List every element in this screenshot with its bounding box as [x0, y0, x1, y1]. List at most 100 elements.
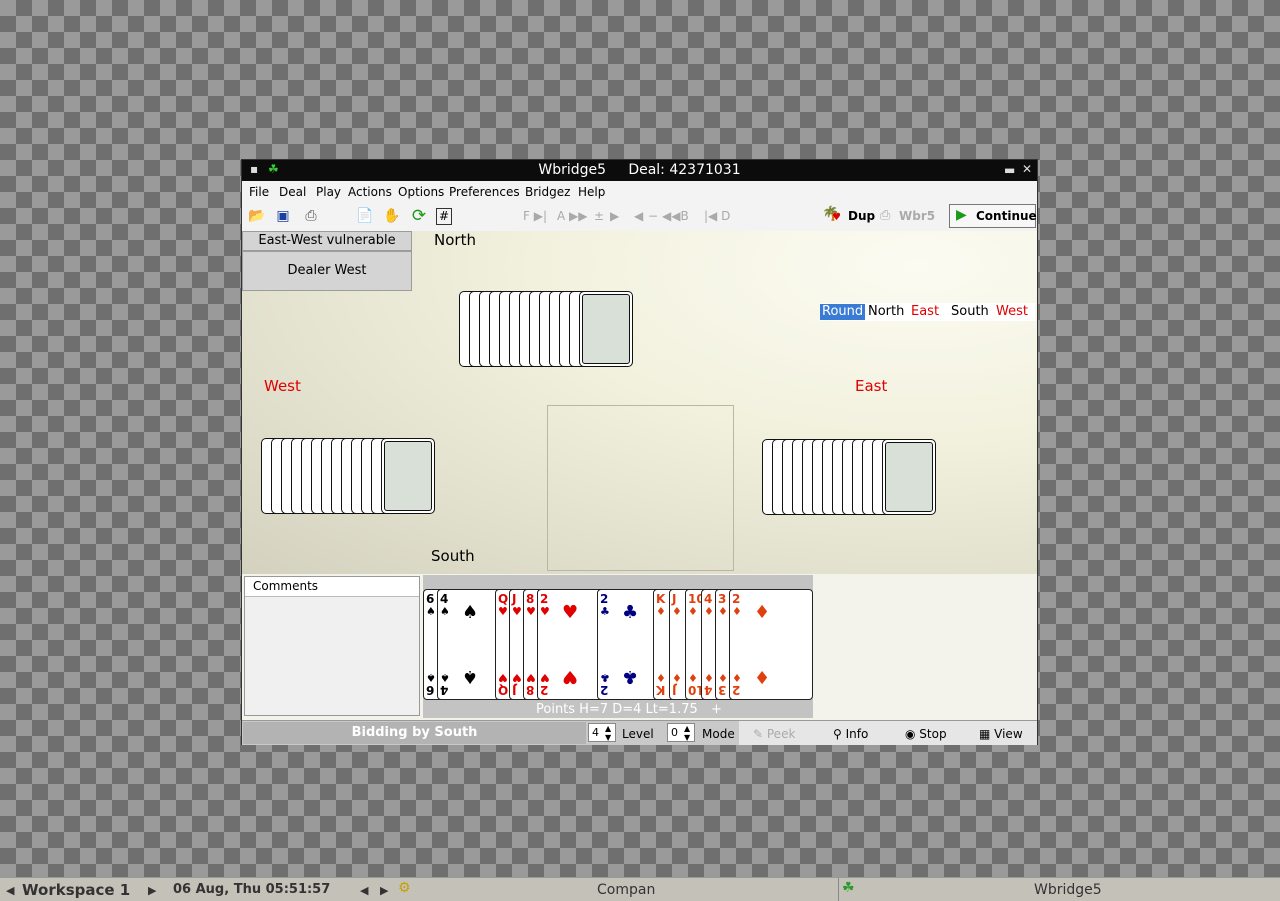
- stop-button[interactable]: ◉ Stop: [905, 727, 947, 741]
- tab-east[interactable]: East: [909, 304, 941, 320]
- hand-icon[interactable]: ✋: [383, 207, 401, 225]
- card-rank: 2: [732, 683, 741, 697]
- toolbar: 📂 ▣ ⎙ 📄 ✋ ⟳ # F ▶| A ▶▶ ± ▶ ◀ − ◀◀B |◀ D…: [242, 202, 1037, 232]
- card-rank: 2: [540, 592, 549, 606]
- card-suit-icon: ♥: [526, 671, 536, 684]
- comments-header: Comments: [245, 577, 419, 597]
- card-rank: 3: [718, 683, 727, 697]
- print-icon[interactable]: ⎙: [302, 207, 320, 225]
- card-pip-icon: ♦: [754, 666, 771, 687]
- menu-options[interactable]: Options: [398, 185, 444, 199]
- menu-file[interactable]: File: [249, 185, 269, 199]
- task-next-icon[interactable]: ▶: [380, 884, 388, 897]
- card-rank: 6: [426, 592, 435, 606]
- card-suit-icon: ♦: [704, 605, 714, 618]
- new-document-icon[interactable]: 📄: [356, 207, 374, 225]
- dup-button[interactable]: Dup: [848, 209, 875, 223]
- menu-actions[interactable]: Actions: [348, 185, 392, 199]
- card-back: [579, 291, 633, 367]
- nav-first-button[interactable]: F ▶|: [523, 209, 547, 223]
- card-suit-icon: ♠: [426, 605, 436, 618]
- comments-text[interactable]: [245, 597, 419, 715]
- card-suit-icon: ♦: [732, 605, 742, 618]
- card-rank: 4: [704, 592, 713, 606]
- wbr5-button[interactable]: Wbr5: [899, 209, 935, 223]
- points-readout: Points H=7 D=4 Lt=1.75 +: [536, 702, 722, 717]
- peek-button[interactable]: ✎ Peek: [753, 727, 795, 741]
- spinner-down-icon[interactable]: ▼: [605, 733, 611, 742]
- clock: 06 Aug, Thu 05:51:57: [173, 882, 331, 897]
- open-folder-icon[interactable]: 📂: [248, 207, 266, 225]
- nav-auto-button[interactable]: A ▶▶: [557, 209, 588, 223]
- comments-panel: Comments: [244, 576, 420, 716]
- info-button[interactable]: ⚲ Info: [833, 727, 868, 741]
- task-divider: [838, 878, 839, 901]
- printer-icon: ⎙: [880, 208, 891, 223]
- spinner-up-icon[interactable]: ▲: [684, 724, 690, 733]
- card-rank: 2: [600, 683, 609, 697]
- seat-west-label: West: [264, 377, 301, 395]
- heart-icon: ♥: [832, 212, 841, 223]
- nav-next-icon[interactable]: ▶: [610, 209, 619, 223]
- seat-south-label: South: [431, 547, 475, 565]
- card-rank: Q: [498, 683, 509, 697]
- seat-east-label: East: [855, 377, 888, 395]
- bridge-table: East-West vulnerable Dealer West North W…: [242, 231, 1037, 574]
- wbridge-app-icon: ☘: [842, 880, 855, 896]
- tab-north[interactable]: North: [866, 304, 906, 320]
- hash-icon[interactable]: #: [436, 208, 452, 225]
- nav-prev-icon[interactable]: ◀: [634, 209, 643, 223]
- card-pip-icon: ♣: [622, 602, 639, 623]
- card-rank: 4: [440, 592, 449, 606]
- nav-back-button[interactable]: ◀◀B: [662, 209, 689, 223]
- nav-start-button[interactable]: |◀ D: [704, 209, 730, 223]
- view-button[interactable]: ▦ View: [979, 727, 1023, 741]
- card-suit-icon: ♦: [672, 671, 682, 684]
- card-suit-icon: ♦: [688, 671, 698, 684]
- card-back: [882, 439, 936, 515]
- bottom-panel: Comments 6 ♠ 6 ♠ 4 ♠ 4 ♠ ♠ ♠ Q ♥ Q ♥ J ♥ J ♥ 8 ♥ 8 ♥ 2 ♥ 2 ♥ ♥ ♥ 2 ♣ 2…: [242, 574, 1037, 720]
- menu-bridgez[interactable]: Bridgez: [525, 185, 570, 199]
- level-spinner[interactable]: 4 ▲ ▼: [588, 723, 616, 742]
- card-suit-icon: ♦: [718, 605, 728, 618]
- trick-area: [547, 405, 734, 571]
- card-suit-icon: ♥: [498, 671, 508, 684]
- card-pip-icon: ♠: [462, 666, 479, 687]
- south-hand: 6 ♠ 6 ♠ 4 ♠ 4 ♠ ♠ ♠ Q ♥ Q ♥ J ♥ J ♥ 8 ♥ 8 ♥ 2 ♥ 2 ♥ ♥ ♥ 2 ♣ 2 ♣ ♣ ♣ K ♦ K ♦ J ♦…: [423, 575, 813, 718]
- workspace-prev-icon[interactable]: ◀: [6, 884, 14, 897]
- points-expand-button[interactable]: +: [711, 702, 722, 717]
- nav-undo-button[interactable]: −: [648, 209, 658, 223]
- tab-round[interactable]: Round: [820, 304, 866, 320]
- minimize-icon[interactable]: ▬: [1004, 163, 1015, 177]
- mode-spinner[interactable]: 0 ▲ ▼: [667, 723, 695, 742]
- task-wbridge5[interactable]: Wbridge5: [1034, 882, 1102, 898]
- mode-label: Mode: [702, 727, 735, 741]
- bidding-status: Bidding by South: [243, 722, 586, 744]
- menu-deal[interactable]: Deal: [279, 185, 306, 199]
- close-icon[interactable]: ✕: [1022, 162, 1032, 176]
- playing-card[interactable]: 2 ♦ 2 ♦ ♦ ♦: [729, 589, 813, 700]
- card-back-face: [582, 294, 630, 364]
- status-bar: Bidding by South 4 ▲ ▼ Level 0 ▲ ▼ Mode …: [242, 720, 1037, 745]
- refresh-icon[interactable]: ⟳: [410, 207, 428, 225]
- menu-help[interactable]: Help: [578, 185, 605, 199]
- menu-play[interactable]: Play: [316, 185, 341, 199]
- spinner-up-icon[interactable]: ▲: [605, 724, 611, 733]
- task-compan[interactable]: Compan: [597, 882, 655, 898]
- continue-button[interactable]: ▶ Continue: [949, 204, 1037, 228]
- task-prev-icon[interactable]: ◀: [360, 884, 368, 897]
- nav-plusminus-button[interactable]: ±: [594, 209, 604, 223]
- taskbar: ◀ Workspace 1 ▶ 06 Aug, Thu 05:51:57 ◀ ▶…: [0, 877, 1280, 901]
- card-pip-icon: ♣: [622, 666, 639, 687]
- card-rank: 8: [526, 592, 535, 606]
- window-title: Wbridge5 Deal: 42371031: [538, 162, 741, 178]
- workspace-label[interactable]: Workspace 1: [22, 881, 130, 899]
- workspace-next-icon[interactable]: ▶: [148, 884, 156, 897]
- tab-south[interactable]: South: [949, 304, 991, 320]
- tab-west[interactable]: West: [994, 304, 1030, 320]
- save-icon[interactable]: ▣: [274, 207, 292, 225]
- spinner-down-icon[interactable]: ▼: [684, 733, 690, 742]
- card-suit-icon: ♥: [540, 671, 550, 684]
- menu-preferences[interactable]: Preferences: [449, 185, 520, 199]
- card-suit-icon: ♦: [672, 605, 682, 618]
